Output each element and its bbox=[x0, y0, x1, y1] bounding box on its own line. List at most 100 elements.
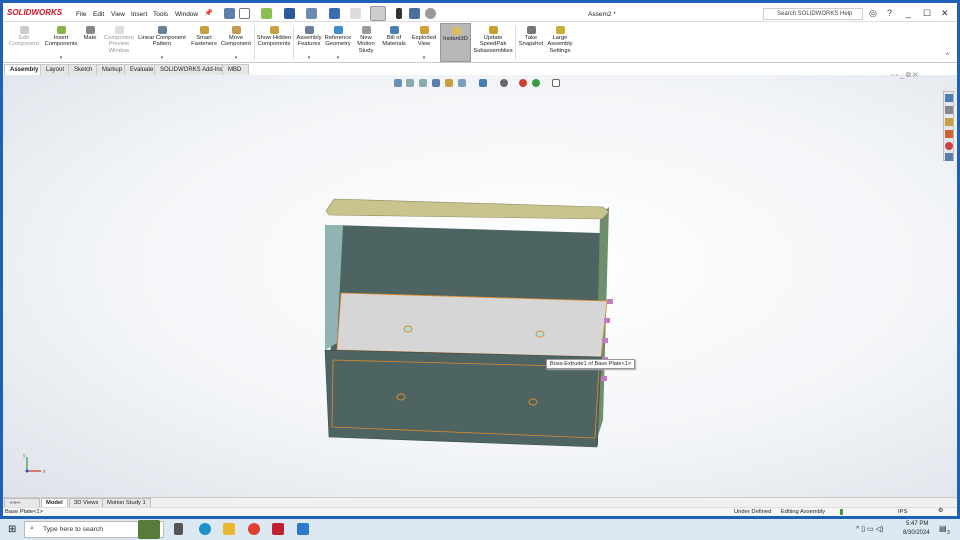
update-speedpak-button[interactable]: Update SpeedPak Subassemblies bbox=[473, 23, 513, 62]
label: Update SpeedPak Subassemblies bbox=[473, 35, 513, 54]
windows-start-icon[interactable]: ⊞ bbox=[8, 524, 16, 535]
edit-component-icon bbox=[20, 26, 29, 34]
hole bbox=[535, 330, 545, 338]
instant3d-icon bbox=[451, 27, 461, 35]
new-motion-study-button[interactable]: New Motion Study bbox=[354, 23, 378, 62]
open-icon[interactable] bbox=[261, 8, 272, 19]
linear-pattern-button[interactable]: Linear Component Pattern ▾ bbox=[137, 23, 187, 62]
exploded-view-icon bbox=[420, 26, 429, 34]
menu-tools[interactable]: Tools bbox=[153, 11, 168, 18]
tab-assembly[interactable]: Assembly bbox=[4, 64, 45, 75]
menu-insert[interactable]: Insert bbox=[131, 11, 147, 18]
divider bbox=[254, 26, 255, 60]
pin-icon[interactable]: 📌 bbox=[204, 9, 213, 17]
redo-icon[interactable] bbox=[350, 8, 361, 19]
help-icon[interactable]: ? bbox=[887, 8, 892, 18]
units-selector[interactable]: IPS bbox=[898, 509, 907, 515]
large-assembly-settings-button[interactable]: Large Assembly Settings bbox=[545, 23, 575, 62]
speedpak-icon bbox=[489, 26, 498, 34]
base-plate[interactable] bbox=[336, 292, 608, 358]
label: Smart Fasteners bbox=[191, 35, 217, 48]
dropdown-icon[interactable]: ▾ bbox=[137, 55, 187, 61]
clock-date[interactable]: 8/30/2024 bbox=[903, 530, 930, 536]
instant3d-button[interactable]: Instant3D bbox=[440, 23, 471, 62]
insert-components-icon bbox=[57, 26, 66, 34]
label: Exploded View bbox=[411, 35, 437, 48]
menu-file[interactable]: File bbox=[76, 11, 86, 18]
assembly-features-button[interactable]: Assembly Features ▾ bbox=[294, 23, 324, 62]
component-tooltip: Boss-Extrude1 of Base Plate<1> bbox=[546, 359, 636, 369]
paint-icon[interactable] bbox=[297, 523, 309, 535]
bill-of-materials-button[interactable]: Bill of Materials bbox=[380, 23, 408, 62]
component-preview-button[interactable]: Component Preview Window bbox=[101, 23, 137, 62]
status-bar: Base Plate<1> Under Defined Editing Asse… bbox=[3, 507, 957, 516]
motion-study-icon bbox=[362, 26, 371, 34]
dropdown-icon[interactable]: ▾ bbox=[43, 55, 79, 61]
dropdown-icon[interactable]: ▾ bbox=[323, 55, 353, 61]
mate-button[interactable]: Mate bbox=[80, 23, 100, 62]
rebuild-icon[interactable] bbox=[396, 8, 402, 19]
dropdown-icon[interactable]: ▾ bbox=[409, 55, 439, 61]
dropdown-icon[interactable]: ▾ bbox=[219, 55, 253, 61]
search-highlight-image bbox=[138, 520, 160, 539]
home-icon[interactable] bbox=[224, 8, 235, 19]
tab-mbd[interactable]: MBD bbox=[222, 64, 249, 75]
command-manager: Edit Component Insert Components ▾ Mate C… bbox=[3, 23, 957, 63]
select-icon[interactable] bbox=[370, 6, 386, 21]
lid[interactable] bbox=[325, 198, 610, 220]
file-properties-icon[interactable] bbox=[409, 8, 420, 19]
tab-layout[interactable]: Layout bbox=[40, 64, 71, 75]
rebuild-status-icon bbox=[840, 509, 843, 515]
edge-icon[interactable] bbox=[199, 523, 211, 535]
solidworks-taskbar-icon[interactable] bbox=[272, 523, 284, 535]
tab-sketch[interactable]: Sketch bbox=[68, 64, 99, 75]
show-hidden-components-button[interactable]: Show Hidden Components bbox=[256, 23, 292, 62]
smart-fasteners-icon bbox=[200, 26, 209, 34]
help-search-input[interactable]: Search SOLIDWORKS Help bbox=[763, 8, 863, 20]
new-document-icon[interactable] bbox=[239, 8, 250, 19]
triad-origin bbox=[25, 469, 29, 473]
account-icon[interactable]: ◎ bbox=[869, 8, 877, 19]
bom-icon bbox=[390, 26, 399, 34]
label: Show Hidden Components bbox=[256, 35, 292, 48]
smart-fasteners-button[interactable]: Smart Fasteners bbox=[189, 23, 219, 62]
maximize-button[interactable]: ☐ bbox=[923, 8, 931, 19]
take-snapshot-button[interactable]: Take Snapshot bbox=[517, 23, 545, 62]
minimize-button[interactable]: _ bbox=[906, 8, 911, 18]
menu-edit[interactable]: Edit bbox=[93, 11, 104, 18]
document-title: Assem2 * bbox=[588, 11, 616, 18]
large-assembly-icon bbox=[556, 26, 565, 34]
file-explorer-taskbar-icon[interactable] bbox=[223, 523, 235, 535]
title-bar: SOLIDWORKS File Edit View Insert Tools W… bbox=[3, 3, 957, 22]
insert-components-button[interactable]: Insert Components ▾ bbox=[43, 23, 79, 62]
clock-time[interactable]: 5:47 PM bbox=[906, 521, 928, 527]
edit-component-button[interactable]: Edit Component bbox=[7, 23, 41, 62]
menu-window[interactable]: Window bbox=[175, 11, 198, 18]
system-tray-icons[interactable]: ^ ▯ ▭ ◁) bbox=[856, 525, 883, 533]
close-button[interactable]: ✕ bbox=[941, 8, 949, 19]
dropdown-icon[interactable]: ▾ bbox=[294, 55, 324, 61]
assembly-model[interactable]: x y bbox=[3, 75, 957, 497]
notifications-icon[interactable]: ▤ bbox=[939, 524, 947, 533]
preview-window-icon bbox=[115, 26, 124, 34]
move-component-button[interactable]: Move Component ▾ bbox=[219, 23, 253, 62]
undo-icon[interactable] bbox=[329, 8, 340, 19]
chrome-icon[interactable] bbox=[248, 523, 260, 535]
hole bbox=[403, 325, 413, 333]
options-icon[interactable] bbox=[425, 8, 436, 19]
label: Move Component bbox=[221, 35, 251, 48]
customize-icon[interactable]: ⚙ bbox=[938, 508, 943, 514]
status-definition: Under Defined bbox=[734, 509, 772, 515]
collapse-ribbon-icon[interactable]: ^ bbox=[946, 53, 949, 59]
print-icon[interactable] bbox=[306, 8, 317, 19]
exploded-view-button[interactable]: Exploded View ▾ bbox=[409, 23, 439, 62]
windows-taskbar: ⊞ ⌕ Type here to search ^ ▯ ▭ ◁) 5:47 PM … bbox=[0, 519, 960, 540]
label: Assembly Features bbox=[296, 35, 322, 48]
triad-x-label: x bbox=[43, 469, 46, 475]
reference-geometry-button[interactable]: Reference Geometry ▾ bbox=[323, 23, 353, 62]
graphics-area[interactable]: ▫ ▫ _ ⧉ ✕ x y Boss-Extrude1 of Base Plat… bbox=[3, 72, 957, 497]
menu-view[interactable]: View bbox=[111, 11, 125, 18]
tab-addins[interactable]: SOLIDWORKS Add-Ins bbox=[154, 64, 229, 75]
save-icon[interactable] bbox=[284, 8, 295, 19]
task-view-icon[interactable] bbox=[174, 523, 183, 535]
